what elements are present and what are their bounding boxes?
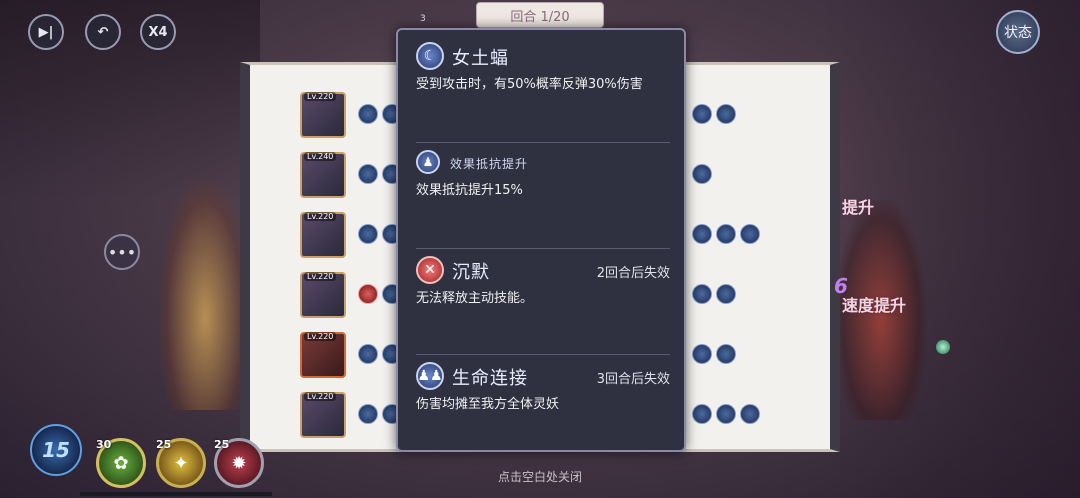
status-button[interactable]: 状态 <box>996 10 1040 54</box>
buff-icon[interactable] <box>740 404 760 424</box>
speed-label: X4 <box>148 24 168 40</box>
energy-orb: 15 <box>30 424 82 476</box>
speed-button[interactable]: X4 <box>140 14 176 50</box>
skip-pause-icon: ▶| <box>38 24 54 40</box>
buff-icon[interactable] <box>716 404 736 424</box>
buff-icon[interactable] <box>692 344 712 364</box>
skill-cost-3: 25 <box>214 438 230 451</box>
buff-icon[interactable] <box>358 344 378 364</box>
undo-icon: ↶ <box>97 24 109 40</box>
buff-icon[interactable] <box>716 224 736 244</box>
level-label: Lv.220 <box>304 212 337 221</box>
level-label: Lv.220 <box>304 392 337 401</box>
silence-icon: ✕ <box>416 256 444 284</box>
buff-icon[interactable] <box>716 284 736 304</box>
section-title: 女土蝠 <box>452 48 509 69</box>
buff-icon[interactable] <box>692 164 712 184</box>
level-label: Lv.220 <box>304 92 337 101</box>
grass-skill-icon: ✿ <box>113 452 129 474</box>
skill-bar-track <box>80 492 272 496</box>
energy-value: 15 <box>42 438 70 462</box>
buff-icon[interactable] <box>716 344 736 364</box>
buff-tooltip: ☾ 女土蝠 受到攻击时，有50%概率反弹30%伤害 ♟ 效果抵抗提升 效果抵抗提… <box>396 28 686 452</box>
tooltip-divider <box>416 354 670 355</box>
status-label: 状态 <box>1004 25 1032 41</box>
floating-buff-text: 速度提升 <box>842 296 907 315</box>
round-label: 回合 1/20 <box>510 9 570 25</box>
buff-icon[interactable] <box>692 224 712 244</box>
silence-buff-icon[interactable] <box>358 284 378 304</box>
tooltip-round-small: 3 <box>420 14 426 24</box>
section-description: 伤害均摊至我方全体灵妖 <box>416 397 560 412</box>
buff-icon[interactable] <box>358 164 378 184</box>
section-description: 效果抵抗提升15% <box>416 183 523 198</box>
buff-icon[interactable] <box>692 284 712 304</box>
floating-buff-text: 提升 <box>842 198 875 217</box>
level-label: Lv.240 <box>304 152 337 161</box>
round-counter: 回合 1/20 <box>476 2 604 28</box>
section-expire: 2回合后失效 <box>596 266 670 281</box>
tooltip-divider <box>416 142 670 143</box>
chat-icon: ••• <box>107 242 137 262</box>
tooltip-divider <box>416 248 670 249</box>
level-label: Lv.220 <box>304 332 337 341</box>
section-title: 沉默 <box>452 262 490 283</box>
female-earth-bat-icon: ☾ <box>416 42 444 70</box>
buff-icon[interactable] <box>358 104 378 124</box>
light-skill-icon: ✦ <box>173 452 189 474</box>
level-label: Lv.220 <box>304 272 337 281</box>
section-title: 生命连接 <box>452 368 528 389</box>
buff-icon[interactable] <box>716 104 736 124</box>
buff-icon[interactable] <box>358 224 378 244</box>
spirit-orb <box>936 340 950 354</box>
skill-cost-2: 25 <box>156 438 172 451</box>
section-description: 受到攻击时，有50%概率反弹30%伤害 <box>416 77 643 92</box>
skip-pause-button[interactable]: ▶| <box>28 14 64 50</box>
section-expire: 3回合后失效 <box>596 372 670 387</box>
ally-character <box>160 180 250 410</box>
buff-icon[interactable] <box>740 224 760 244</box>
buff-icon[interactable] <box>692 104 712 124</box>
buff-icon[interactable] <box>692 404 712 424</box>
effect-resist-up-icon: ♟ <box>416 150 440 174</box>
buff-icon[interactable] <box>358 404 378 424</box>
skill-cost-1: 30 <box>96 438 112 451</box>
undo-button[interactable]: ↶ <box>85 14 121 50</box>
section-description: 无法释放主动技能。 <box>416 291 534 306</box>
chat-button[interactable]: ••• <box>104 234 140 270</box>
life-link-icon: ♟♟ <box>416 362 444 390</box>
fire-skill-icon: ✹ <box>231 452 247 474</box>
section-title: 效果抵抗提升 <box>450 157 529 171</box>
